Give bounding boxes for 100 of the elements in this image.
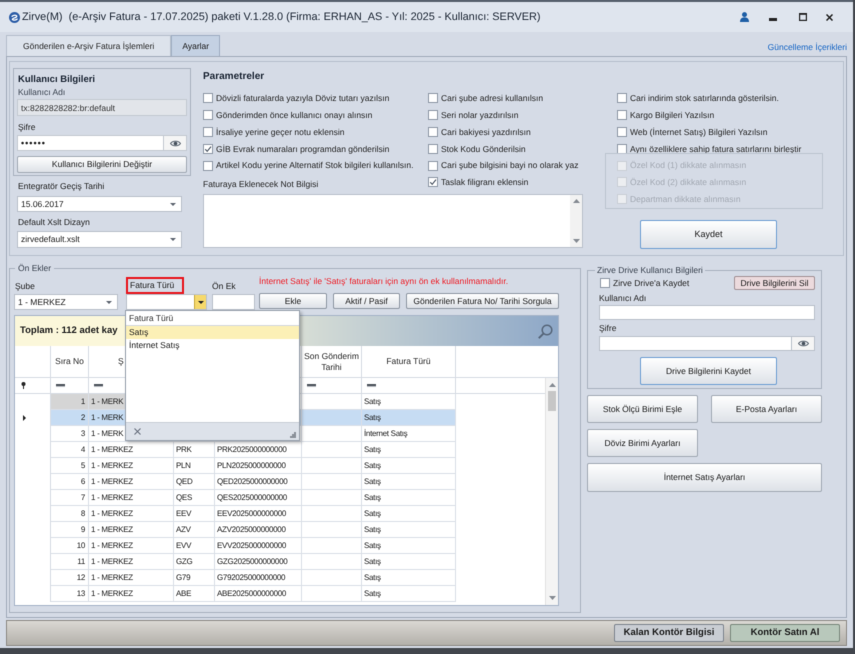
column-header[interactable]: Son Gönderim Tarihi xyxy=(304,350,359,372)
table-row[interactable]: 8 1 - MERKEZ EEV EEV2025000000000 Satış xyxy=(51,506,456,522)
checkbox-label: Taslak filigranı eklensin xyxy=(441,178,528,187)
update-link[interactable]: Güncelleme İçerikleri xyxy=(768,42,847,51)
checkbox-label: Cari şube adresi kullanılsın xyxy=(441,94,544,103)
maximize-icon[interactable] xyxy=(799,13,807,21)
table-row[interactable]: 6 1 - MERKEZ QED QED2025000000000 Satış xyxy=(51,474,456,490)
checkbox-label: Cari şube bilgisini bayi no olarak yaz xyxy=(441,161,578,170)
settings-button[interactable]: Stok Ölçü Birimi Eşle xyxy=(587,395,698,423)
table-row[interactable]: 7 1 - MERKEZ QES QES2025000000000 Satış xyxy=(51,490,456,506)
field-label: Entegratör Geçiş Tarihi xyxy=(17,181,106,191)
checkbox[interactable] xyxy=(203,160,213,171)
dash-icon[interactable] xyxy=(367,384,376,387)
caret-icon xyxy=(170,238,176,241)
checkbox[interactable] xyxy=(428,177,438,188)
dash-icon[interactable] xyxy=(94,384,103,387)
drive-password-field[interactable] xyxy=(599,336,792,351)
field-label: Ön Ek xyxy=(212,281,237,291)
checkbox-label: GİB Evrak numaraları programdan gönderilsin xyxy=(216,144,390,154)
search-icon[interactable] xyxy=(538,324,553,338)
caret-icon xyxy=(106,300,112,304)
record-count: Toplam : 112 adet kay xyxy=(20,326,118,336)
table-row[interactable]: 9 1 - MERKEZ AZV AZV2025000000000 Satış xyxy=(51,522,456,538)
table-row[interactable]: 12 1 - MERKEZ G79 G792025000000000 Satış xyxy=(51,570,456,586)
field-label: Default Xslt Dizayn xyxy=(17,217,91,227)
checkbox-label: Zirve Drive'a Kaydet xyxy=(613,278,690,288)
action-button[interactable]: Aktif / Pasif xyxy=(333,293,400,309)
table-cell: ABE2025000000000 xyxy=(215,586,302,602)
action-button[interactable]: Gönderilen Fatura No/ Tarihi Sorgula xyxy=(406,293,559,309)
up-arrow-icon[interactable] xyxy=(548,383,556,387)
save-button[interactable]: Kaydet xyxy=(640,220,777,249)
checkbox[interactable] xyxy=(428,144,438,154)
tab[interactable]: Gönderilen e-Arşiv Fatura İşlemleri xyxy=(6,35,172,56)
checkbox[interactable] xyxy=(617,93,627,104)
prefix-field[interactable] xyxy=(212,294,255,310)
caret-icon xyxy=(170,202,176,206)
column-header[interactable]: Ş xyxy=(118,356,124,367)
checkbox[interactable] xyxy=(428,160,438,171)
checkbox[interactable] xyxy=(428,110,438,120)
settings-button[interactable]: Döviz Birimi Ayarları xyxy=(587,429,698,457)
note-field[interactable] xyxy=(203,194,583,248)
dropdown-button[interactable] xyxy=(194,295,206,309)
action-button[interactable]: Ekle xyxy=(259,293,327,309)
show-password-button[interactable] xyxy=(792,336,815,351)
settings-button[interactable]: İnternet Satış Ayarları xyxy=(587,463,822,492)
checkbox[interactable] xyxy=(600,278,610,288)
table-row[interactable]: 5 1 - MERKEZ PLN PLN2025000000000 Satış xyxy=(51,458,456,474)
table-row[interactable]: 11 1 - MERKEZ GZG GZG2025000000000 Satış xyxy=(51,554,456,570)
branch-dropdown[interactable]: 1 - MERKEZ xyxy=(14,294,118,310)
checkbox[interactable] xyxy=(617,110,627,120)
scrollbar-thumb[interactable] xyxy=(548,391,556,411)
field-label: Şifre xyxy=(17,122,36,132)
checkbox[interactable] xyxy=(203,144,213,154)
checkbox[interactable] xyxy=(203,93,213,104)
down-arrow-icon[interactable] xyxy=(548,596,556,600)
scrollbar[interactable] xyxy=(545,378,558,605)
table-row[interactable]: 4 1 - MERKEZ PRK PRK2025000000000 Satış xyxy=(51,442,456,458)
tab[interactable]: Ayarlar xyxy=(171,35,220,56)
checkbox-label: Kargo Bilgileri Yazılsın xyxy=(630,110,714,120)
checkbox-label: Seri nolar yazdırılsın xyxy=(441,110,518,120)
username-field[interactable]: tx:8282828282:br:default xyxy=(17,99,187,116)
group-title: Zirve Drive Kullanıcı Bilgileri xyxy=(596,264,704,276)
footer-button[interactable]: Kalan Kontör Bilgisi xyxy=(614,624,724,642)
settings-button[interactable]: E-Posta Ayarları xyxy=(711,395,822,423)
table-row[interactable]: 10 1 - MERKEZ EVV EVV2025000000000 Satış xyxy=(51,538,456,554)
dash-icon[interactable] xyxy=(56,384,65,387)
scrollbar[interactable] xyxy=(570,194,582,247)
password-field[interactable]: •••••• xyxy=(17,135,164,151)
checkbox-label: Cari bakiyesi yazdırılsın xyxy=(441,128,531,136)
dash-icon[interactable] xyxy=(307,384,316,387)
pin-icon xyxy=(21,382,26,389)
checkbox-label: Artikel Kodu yerine Alternatif Stok bilgileri kullanılsın. xyxy=(216,161,414,170)
user-icon[interactable] xyxy=(740,12,749,22)
checkbox[interactable] xyxy=(428,126,438,137)
show-password-button[interactable] xyxy=(164,135,187,151)
column-header[interactable]: Fatura Türü xyxy=(386,356,431,367)
checkbox[interactable] xyxy=(617,126,627,137)
checkbox[interactable] xyxy=(203,126,213,137)
checkbox[interactable] xyxy=(203,110,213,120)
checkbox-label: Aynı özelliklere sahip fatura satırlarını birleştir xyxy=(630,144,802,154)
dropdown-option[interactable]: İnternet Satış xyxy=(126,339,299,352)
date-picker[interactable]: 15.06.2017 xyxy=(17,196,182,212)
column-header[interactable]: Sıra No xyxy=(55,356,84,367)
change-credentials-button[interactable]: Kullanıcı Bilgilerini Değiştir xyxy=(17,156,187,173)
close-icon[interactable] xyxy=(826,14,833,20)
down-arrow-icon[interactable] xyxy=(572,238,580,243)
drive-username-field[interactable] xyxy=(599,305,815,320)
resize-grip-icon[interactable] xyxy=(290,432,296,438)
checkbox[interactable] xyxy=(617,144,627,154)
checkbox[interactable] xyxy=(428,93,438,104)
table-row[interactable]: 13 1 - MERKEZ ABE ABE2025000000000 Satış xyxy=(51,586,456,602)
dropdown-option[interactable]: Satış xyxy=(126,326,299,339)
up-arrow-icon[interactable] xyxy=(572,198,580,203)
field-label: Şube xyxy=(14,281,36,291)
xslt-dropdown[interactable]: zirvedefault.xslt xyxy=(17,231,182,248)
save-drive-button[interactable]: Drive Bilgilerini Kaydet xyxy=(640,357,777,385)
section-title: Kullanıcı Bilgileri xyxy=(17,72,96,84)
delete-drive-button[interactable]: Drive Bilgilerini Sil xyxy=(734,276,815,290)
footer-button[interactable]: Kontör Satın Al xyxy=(730,624,840,642)
checkbox-label: Cari indirim stok satırlarında gösterilsin. xyxy=(630,94,779,103)
